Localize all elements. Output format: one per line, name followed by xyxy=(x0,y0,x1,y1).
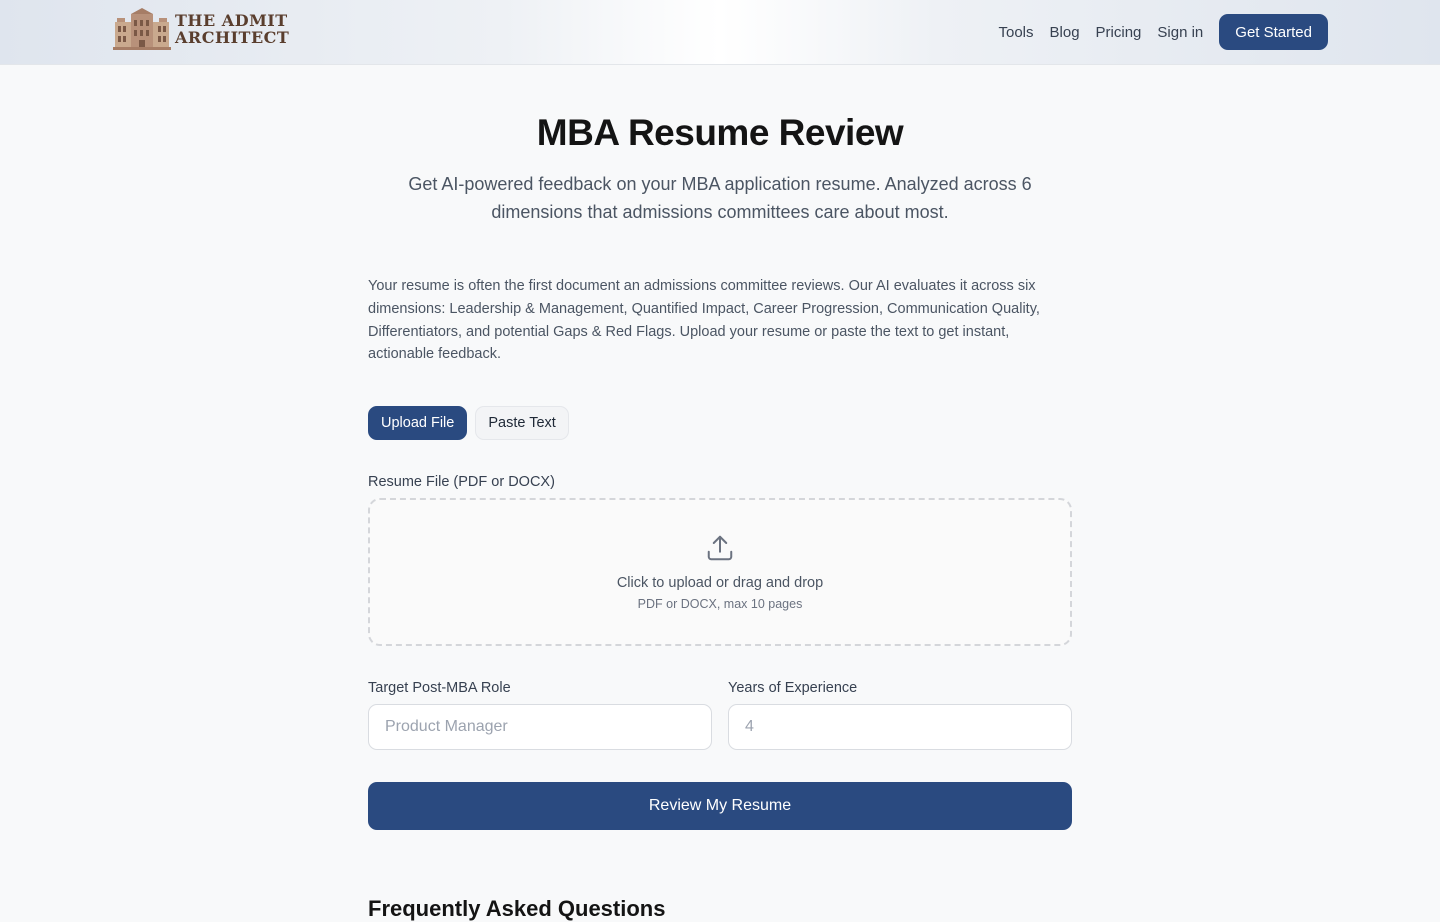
resume-file-label: Resume File (PDF or DOCX) xyxy=(368,474,555,491)
nav-link-pricing[interactable]: Pricing xyxy=(1096,24,1142,41)
faq-heading: Frequently Asked Questions xyxy=(368,896,666,922)
logo-wordmark: THE ADMIT ARCHITECT xyxy=(175,12,289,46)
review-resume-button[interactable]: Review My Resume xyxy=(368,782,1072,831)
target-role-label: Target Post-MBA Role xyxy=(368,680,511,697)
years-experience-input[interactable] xyxy=(728,704,1072,751)
logo-line-2: ARCHITECT xyxy=(175,28,290,47)
page-subtitle: Get AI-powered feedback on your MBA appl… xyxy=(408,174,1032,222)
main-nav: Tools Blog Pricing Sign in Get Started xyxy=(998,14,1328,50)
dropzone-file-limits: PDF or DOCX, max 10 pages xyxy=(637,597,803,612)
logo-line-1: THE ADMIT xyxy=(175,11,288,30)
input-mode-tabs: Upload File Paste Text xyxy=(368,406,1072,441)
dropzone-instructions: Click to upload or drag and drop xyxy=(616,575,824,592)
building-logo-icon xyxy=(113,8,171,50)
upload-icon xyxy=(707,535,733,561)
details-row: Target Post-MBA Role Years of Experience xyxy=(368,680,1072,751)
intro-paragraph: Your resume is often the first document … xyxy=(368,278,1040,363)
get-started-button[interactable]: Get Started xyxy=(1219,14,1328,50)
tab-upload-file[interactable]: Upload File xyxy=(368,406,468,441)
site-logo[interactable]: THE ADMIT ARCHITECT xyxy=(113,8,289,50)
nav-link-sign-in[interactable]: Sign in xyxy=(1157,24,1203,41)
main-content: MBA Resume Review Get AI-powered feedbac… xyxy=(368,65,1072,922)
experience-field-group: Years of Experience xyxy=(728,680,1072,751)
years-experience-label: Years of Experience xyxy=(728,680,858,697)
target-role-input[interactable] xyxy=(368,704,712,751)
role-field-group: Target Post-MBA Role xyxy=(368,680,712,751)
page-title: MBA Resume Review xyxy=(536,112,904,153)
site-header: THE ADMIT ARCHITECT Tools Blog Pricing S… xyxy=(0,0,1440,65)
nav-link-tools[interactable]: Tools xyxy=(998,24,1033,41)
resume-dropzone[interactable]: Click to upload or drag and drop PDF or … xyxy=(368,498,1072,647)
nav-link-blog[interactable]: Blog xyxy=(1050,24,1080,41)
tab-paste-text[interactable]: Paste Text xyxy=(475,406,569,441)
